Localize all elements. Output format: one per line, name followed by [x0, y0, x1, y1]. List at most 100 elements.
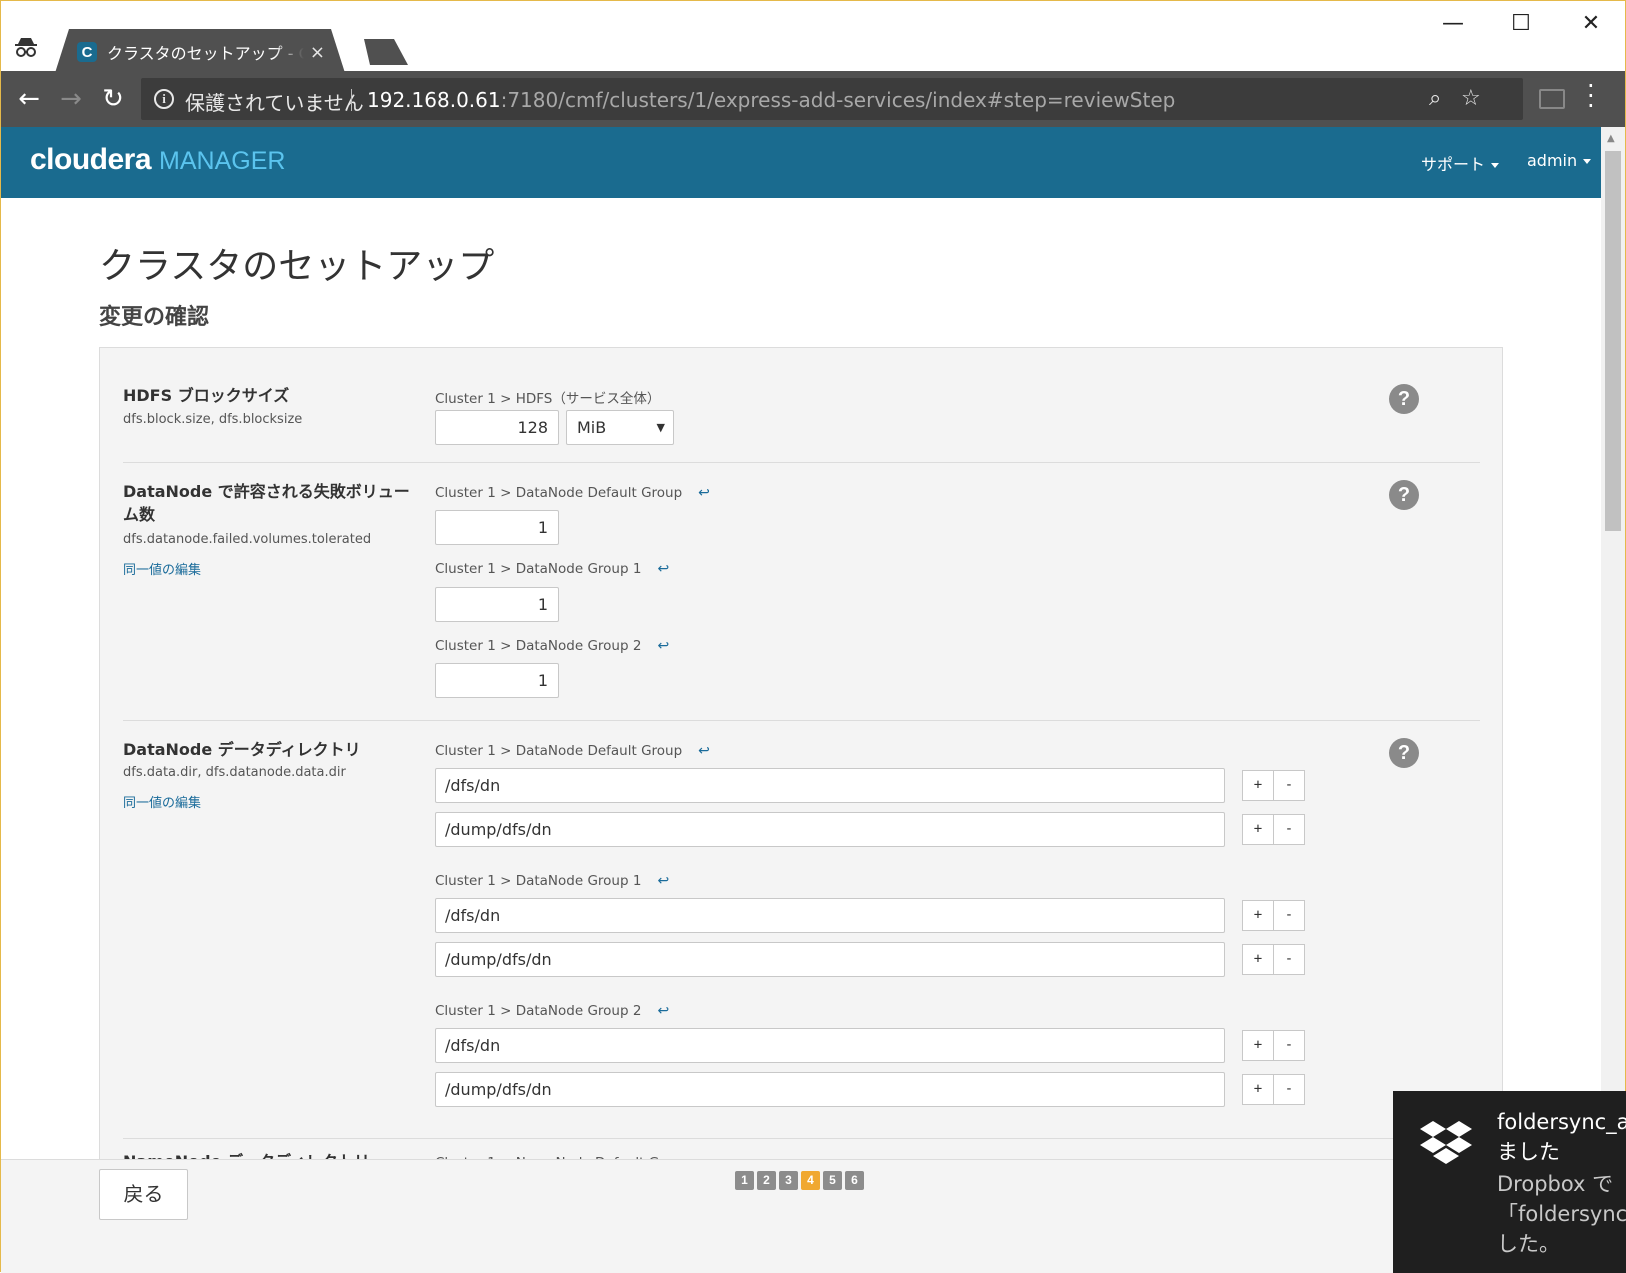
scope-label: Cluster 1 > DataNode Default Group ↩ [435, 485, 710, 501]
tab-close-icon[interactable]: × [310, 42, 325, 63]
data-dir-input[interactable]: /dump/dfs/dn [435, 942, 1225, 977]
url-text[interactable]: 192.168.0.61:7180/cmf/clusters/1/express… [367, 88, 1175, 112]
remove-row-button[interactable]: - [1273, 944, 1305, 975]
section-divider [123, 720, 1480, 721]
security-status[interactable]: 保護されていません [185, 87, 364, 116]
info-icon[interactable]: i [154, 89, 174, 109]
url-host: 192.168.0.61 [367, 88, 501, 112]
forward-nav-icon[interactable]: → [57, 85, 85, 113]
wizard-footer: 戻る 1 2 3 4 5 6 [1, 1159, 1601, 1273]
close-window-button[interactable]: ✕ [1561, 9, 1621, 39]
data-dir-input[interactable]: /dfs/dn [435, 1028, 1225, 1063]
logo-cloudera-text: cloudera [30, 143, 152, 176]
block-size-section: HDFS ブロックサイズ dfs.block.size, dfs.blocksi… [123, 384, 1480, 464]
data-dir-input[interactable]: /dump/dfs/dn [435, 1072, 1225, 1107]
maximize-button[interactable]: ☐ [1491, 9, 1551, 39]
edit-same-value-link[interactable]: 同一値の編集 [123, 792, 201, 811]
browser-titlebar: C クラスタのセットアップ - Cloudera Manager × — ☐ ✕ [1, 1, 1625, 71]
step-4-current: 4 [801, 1171, 820, 1190]
tab-title: クラスタのセットアップ - Cloudera Manager [107, 44, 294, 63]
block-size-input[interactable]: 128 [435, 410, 559, 445]
minimize-button[interactable]: — [1423, 9, 1483, 39]
remove-row-button[interactable]: - [1273, 770, 1305, 801]
failed-volumes-section: DataNode で許容される失敗ボリューム数 dfs.datanode.fai… [123, 480, 1480, 710]
revert-icon[interactable]: ↩ [698, 743, 710, 759]
page-content: cloudera MANAGER サポート admin クラスタのセットアップ 変… [1, 127, 1601, 1273]
logo-manager-text: MANAGER [159, 147, 286, 175]
help-icon[interactable]: ? [1389, 738, 1419, 768]
revert-icon[interactable]: ↩ [657, 873, 669, 889]
section-divider [123, 462, 1480, 463]
browser-tab[interactable]: C クラスタのセットアップ - Cloudera Manager × [55, 29, 345, 73]
cloudera-manager-logo[interactable]: cloudera MANAGER [30, 143, 285, 177]
back-nav-icon[interactable]: ← [15, 85, 43, 113]
caret-down-icon [1583, 159, 1592, 164]
step-1: 1 [735, 1171, 754, 1190]
scope-label: Cluster 1 > DataNode Group 2 ↩ [435, 638, 669, 654]
notification-title: foldersync_a ました [1497, 1107, 1626, 1167]
add-row-button[interactable]: + [1242, 770, 1274, 801]
reload-icon[interactable]: ↻ [99, 85, 127, 113]
unit-select-value: MiB [577, 418, 607, 437]
edit-same-value-link[interactable]: 同一値の編集 [123, 559, 201, 578]
remove-row-button[interactable]: - [1273, 1030, 1305, 1061]
section-divider [123, 1138, 1480, 1139]
cast-icon[interactable] [1539, 89, 1565, 109]
dropbox-notification[interactable]: foldersync_a ました Dropbox で 「foldersync_a… [1393, 1091, 1626, 1273]
failed-volumes-input[interactable]: 1 [435, 663, 559, 698]
scope-text: Cluster 1 > DataNode Group 1 [435, 873, 642, 889]
data-dir-section: DataNode データディレクトリ dfs.data.dir, dfs.dat… [123, 738, 1480, 1138]
help-icon[interactable]: ? [1389, 480, 1419, 510]
revert-icon[interactable]: ↩ [657, 638, 669, 654]
scope-label: Cluster 1 > DataNode Default Group ↩ [435, 743, 710, 759]
data-dir-input[interactable]: /dfs/dn [435, 768, 1225, 803]
address-bar[interactable]: i 保護されていません 192.168.0.61:7180/cmf/cluste… [141, 78, 1523, 120]
add-row-button[interactable]: + [1242, 814, 1274, 845]
revert-icon[interactable]: ↩ [657, 561, 669, 577]
browser-menu-icon[interactable]: · · · [1587, 74, 1595, 118]
scope-text: Cluster 1 > DataNode Group 1 [435, 561, 642, 577]
failed-volumes-input[interactable]: 1 [435, 510, 559, 545]
scope-text: Cluster 1 > DataNode Default Group [435, 485, 683, 501]
property-key: dfs.datanode.failed.volumes.tolerated [123, 532, 372, 547]
step-3: 3 [779, 1171, 798, 1190]
revert-icon[interactable]: ↩ [698, 485, 710, 501]
remove-row-button[interactable]: - [1273, 1074, 1305, 1105]
revert-icon[interactable]: ↩ [657, 1003, 669, 1019]
zoom-icon[interactable]: ⌕ [1429, 86, 1441, 111]
add-row-button[interactable]: + [1242, 900, 1274, 931]
property-key: dfs.data.dir, dfs.datanode.data.dir [123, 765, 346, 780]
data-dir-input[interactable]: /dump/dfs/dn [435, 812, 1225, 847]
caret-down-icon [1491, 163, 1500, 168]
cloudera-favicon-icon: C [77, 42, 97, 62]
property-name: HDFS ブロックサイズ [123, 386, 290, 405]
add-row-button[interactable]: + [1242, 944, 1274, 975]
add-row-button[interactable]: + [1242, 1074, 1274, 1105]
step-6: 6 [845, 1171, 864, 1190]
scope-label: Cluster 1 > DataNode Group 1 ↩ [435, 873, 669, 889]
scroll-up-icon[interactable]: ▲ [1607, 133, 1615, 144]
notification-title-line: foldersync_a [1497, 1110, 1626, 1134]
step-5: 5 [823, 1171, 842, 1190]
incognito-icon [15, 38, 37, 57]
failed-volumes-input[interactable]: 1 [435, 587, 559, 622]
help-icon[interactable]: ? [1389, 384, 1419, 414]
property-key: dfs.block.size, dfs.blocksize [123, 412, 303, 427]
data-dir-input[interactable]: /dfs/dn [435, 898, 1225, 933]
remove-row-button[interactable]: - [1273, 814, 1305, 845]
page-subtitle: 変更の確認 [99, 305, 210, 330]
add-row-button[interactable]: + [1242, 1030, 1274, 1061]
scrollbar-thumb[interactable] [1605, 151, 1621, 531]
bookmark-star-icon[interactable]: ☆ [1461, 86, 1481, 111]
scope-text: Cluster 1 > DataNode Default Group [435, 743, 683, 759]
select-arrow-icon: ▼ [656, 421, 665, 434]
support-menu[interactable]: サポート [1421, 151, 1500, 175]
back-button[interactable]: 戻る [99, 1169, 188, 1220]
property-name: DataNode で許容される失敗ボリューム数 [123, 482, 410, 524]
notification-body-line: 「foldersync_a [1497, 1202, 1626, 1226]
dropbox-icon [1420, 1121, 1472, 1164]
unit-select[interactable]: MiB ▼ [566, 410, 674, 445]
remove-row-button[interactable]: - [1273, 900, 1305, 931]
new-tab-button[interactable] [356, 39, 408, 65]
user-menu[interactable]: admin [1527, 151, 1592, 170]
